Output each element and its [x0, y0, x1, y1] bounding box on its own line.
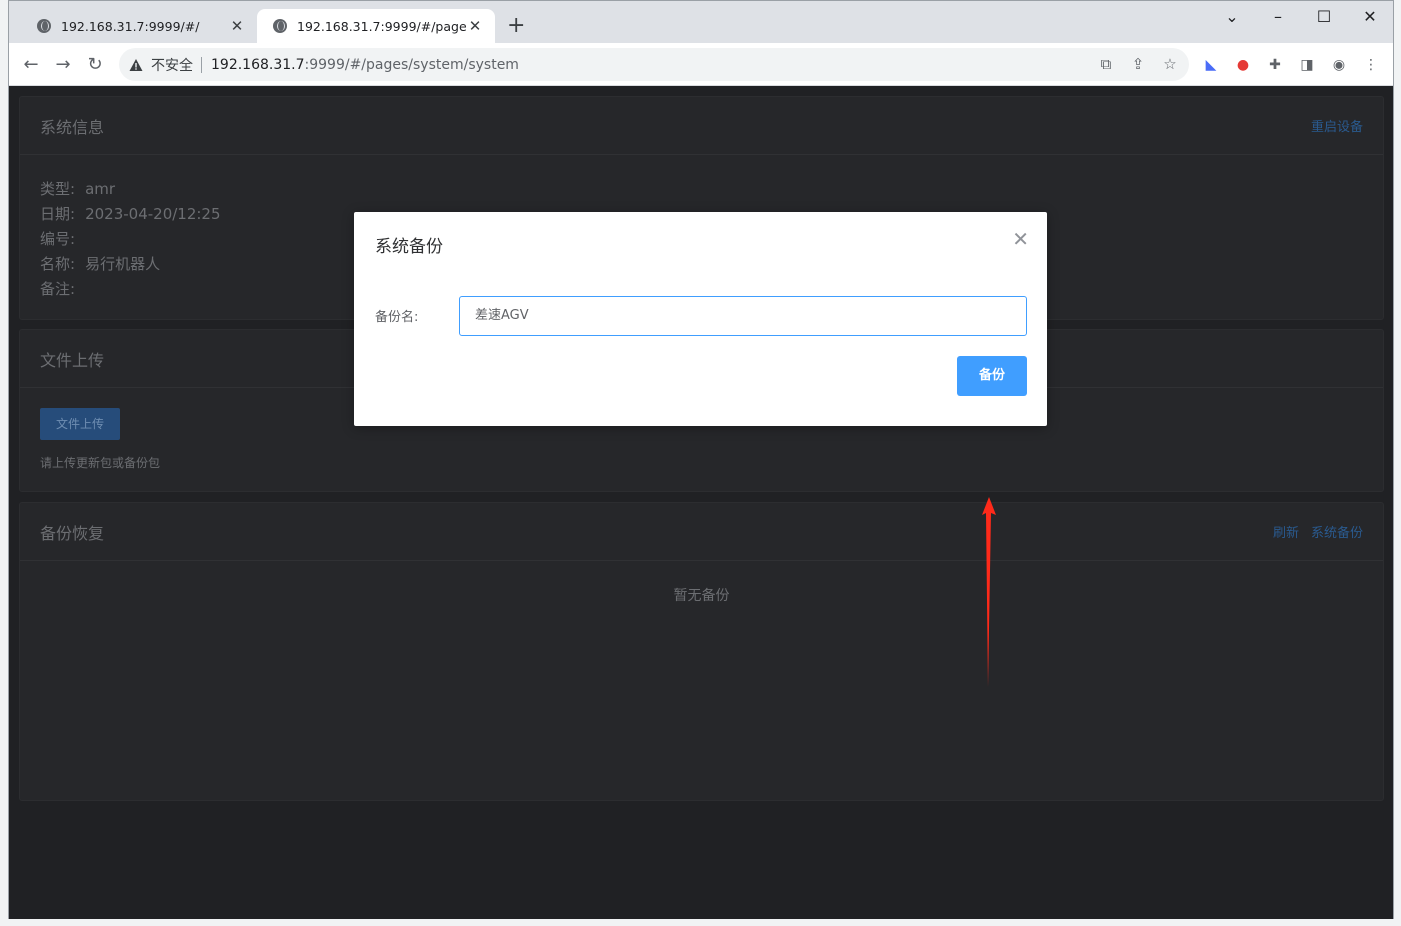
- profile-avatar-icon[interactable]: ◉: [1329, 55, 1349, 75]
- share-icon[interactable]: ⇪: [1129, 54, 1147, 74]
- url-host: 192.168.31.7: [211, 56, 305, 73]
- close-tab-icon[interactable]: ✕: [229, 17, 245, 35]
- menu-kebab-icon[interactable]: ⋮: [1361, 55, 1381, 75]
- url-path: :9999/#/pages/system/system: [304, 56, 519, 73]
- reload-icon[interactable]: ↻: [81, 51, 109, 79]
- close-tab-icon[interactable]: ✕: [467, 17, 483, 35]
- dialog-title: 系统备份: [375, 237, 443, 257]
- annotation-arrow-icon: [982, 497, 996, 687]
- browser-window: 192.168.31.7:9999/#/ ✕ 192.168.31.7:9999…: [8, 0, 1394, 919]
- translate-icon[interactable]: ⧉: [1097, 54, 1115, 74]
- maximize-icon[interactable]: ☐: [1301, 5, 1347, 29]
- side-panel-icon[interactable]: ◨: [1297, 55, 1317, 75]
- close-icon[interactable]: ✕: [1012, 228, 1029, 250]
- address-bar-actions: ⧉ ⇪ ☆: [1097, 54, 1179, 74]
- tab-title: 192.168.31.7:9999/#/: [61, 18, 200, 34]
- page-content: 系统信息 重启设备 类型: amr 日期: 2023-04-20/12:25 编号:…: [9, 87, 1393, 919]
- tab-title: 192.168.31.7:9999/#/pages/sy: [297, 18, 467, 34]
- extension-chat-icon[interactable]: ●: [1233, 55, 1253, 75]
- address-bar[interactable]: 不安全 192.168.31.7:9999/#/pages/system/sys…: [119, 48, 1189, 81]
- system-backup-dialog: 系统备份 ✕ 备份名: 差速AGV 备份: [354, 212, 1047, 426]
- forward-icon[interactable]: →: [49, 51, 77, 79]
- close-window-icon[interactable]: ✕: [1347, 5, 1393, 29]
- security-label: 不安全: [151, 57, 193, 74]
- backup-name-label: 备份名:: [375, 310, 419, 325]
- new-tab-icon[interactable]: +: [507, 13, 525, 39]
- globe-icon: [273, 19, 287, 33]
- tab-bar: 192.168.31.7:9999/#/ ✕ 192.168.31.7:9999…: [9, 1, 1393, 43]
- bookmark-star-icon[interactable]: ☆: [1161, 54, 1179, 74]
- tab-search-icon[interactable]: ⌄: [1209, 5, 1255, 29]
- extension-bird-icon[interactable]: ◣: [1201, 55, 1221, 75]
- warning-icon: [129, 58, 143, 71]
- globe-icon: [37, 19, 51, 33]
- tab-system[interactable]: 192.168.31.7:9999/#/pages/sy ✕: [257, 9, 495, 43]
- extensions-puzzle-icon[interactable]: ✚: [1265, 55, 1285, 75]
- minimize-icon[interactable]: –: [1255, 5, 1301, 29]
- backup-name-input[interactable]: 差速AGV: [459, 296, 1027, 336]
- tab-home[interactable]: 192.168.31.7:9999/#/ ✕: [21, 9, 257, 43]
- backup-submit-button[interactable]: 备份: [957, 356, 1027, 396]
- browser-toolbar: ← → ↻ 不安全 192.168.31.7:9999/#/pages/syst…: [9, 43, 1393, 86]
- divider: [201, 56, 202, 73]
- back-icon[interactable]: ←: [17, 51, 45, 79]
